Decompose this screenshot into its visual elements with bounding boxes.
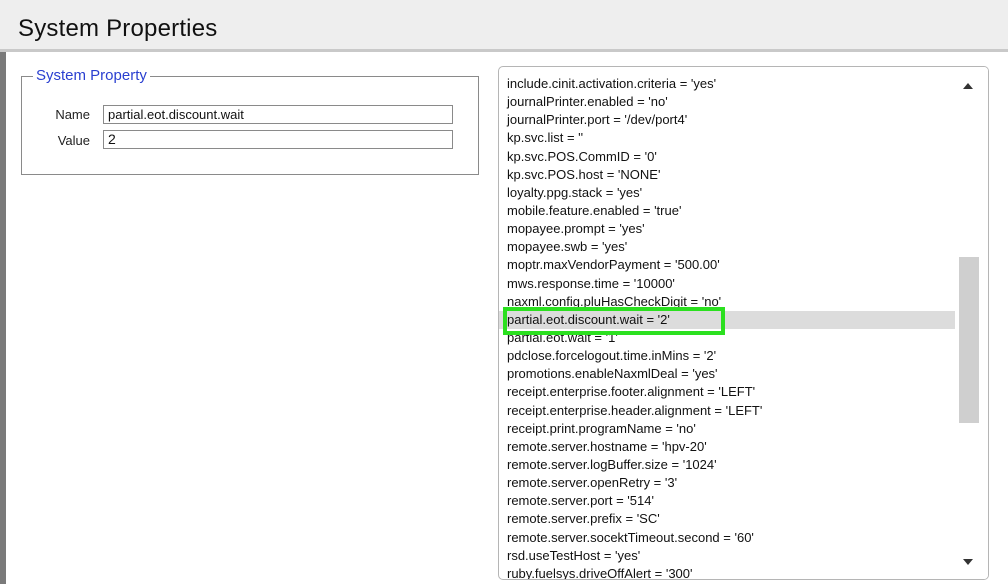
- list-item[interactable]: mopayee.prompt = 'yes': [499, 220, 955, 238]
- page-header: System Properties: [0, 0, 1008, 52]
- list-item[interactable]: receipt.enterprise.footer.alignment = 'L…: [499, 383, 955, 401]
- list-item[interactable]: remote.server.prefix = 'SC': [499, 510, 955, 528]
- list-item[interactable]: promotions.enableNaxmlDeal = 'yes': [499, 365, 955, 383]
- list-item[interactable]: moptr.maxVendorPayment = '500.00': [499, 256, 955, 274]
- list-item[interactable]: rsd.useTestHost = 'yes': [499, 547, 955, 565]
- list-item[interactable]: kp.svc.POS.CommID = '0': [499, 148, 955, 166]
- value-label: Value: [57, 133, 90, 148]
- vertical-scrollbar[interactable]: [955, 67, 988, 579]
- value-field[interactable]: 2: [103, 130, 453, 149]
- name-label: Name: [55, 107, 90, 122]
- left-border: [0, 52, 6, 584]
- scroll-thumb[interactable]: [959, 257, 979, 423]
- list-item[interactable]: remote.server.openRetry = '3': [499, 474, 955, 492]
- list-item[interactable]: remote.server.socektTimeout.second = '60…: [499, 529, 955, 547]
- name-field[interactable]: partial.eot.discount.wait: [103, 105, 453, 124]
- list-item[interactable]: pdclose.forcelogout.time.inMins = '2': [499, 347, 955, 365]
- list-item[interactable]: loyalty.ppg.stack = 'yes': [499, 184, 955, 202]
- list-item[interactable]: remote.server.logBuffer.size = '1024': [499, 456, 955, 474]
- list-item[interactable]: receipt.enterprise.header.alignment = 'L…: [499, 402, 955, 420]
- list-item[interactable]: remote.server.port = '514': [499, 492, 955, 510]
- arrow-down-icon[interactable]: [963, 559, 973, 565]
- page-title: System Properties: [18, 15, 218, 42]
- list-item[interactable]: ruby.fuelsys.driveOffAlert = '300': [499, 565, 955, 579]
- list-item[interactable]: include.cinit.activation.criteria = 'yes…: [499, 75, 955, 93]
- list-item[interactable]: kp.svc.POS.host = 'NONE': [499, 166, 955, 184]
- list-item[interactable]: journalPrinter.enabled = 'no': [499, 93, 955, 111]
- list-item[interactable]: remote.server.hostname = 'hpv-20': [499, 438, 955, 456]
- arrow-up-icon[interactable]: [963, 83, 973, 89]
- list-item[interactable]: journalPrinter.port = '/dev/port4': [499, 111, 955, 129]
- system-property-group: [21, 76, 479, 175]
- system-property-legend: System Property: [33, 67, 150, 84]
- list-item[interactable]: receipt.print.programName = 'no': [499, 420, 955, 438]
- list-item[interactable]: mobile.feature.enabled = 'true': [499, 202, 955, 220]
- list-item[interactable]: mws.response.time = '10000': [499, 275, 955, 293]
- list-item[interactable]: kp.svc.list = '': [499, 129, 955, 147]
- selection-highlight-box: [503, 307, 725, 335]
- list-item[interactable]: mopayee.swb = 'yes': [499, 238, 955, 256]
